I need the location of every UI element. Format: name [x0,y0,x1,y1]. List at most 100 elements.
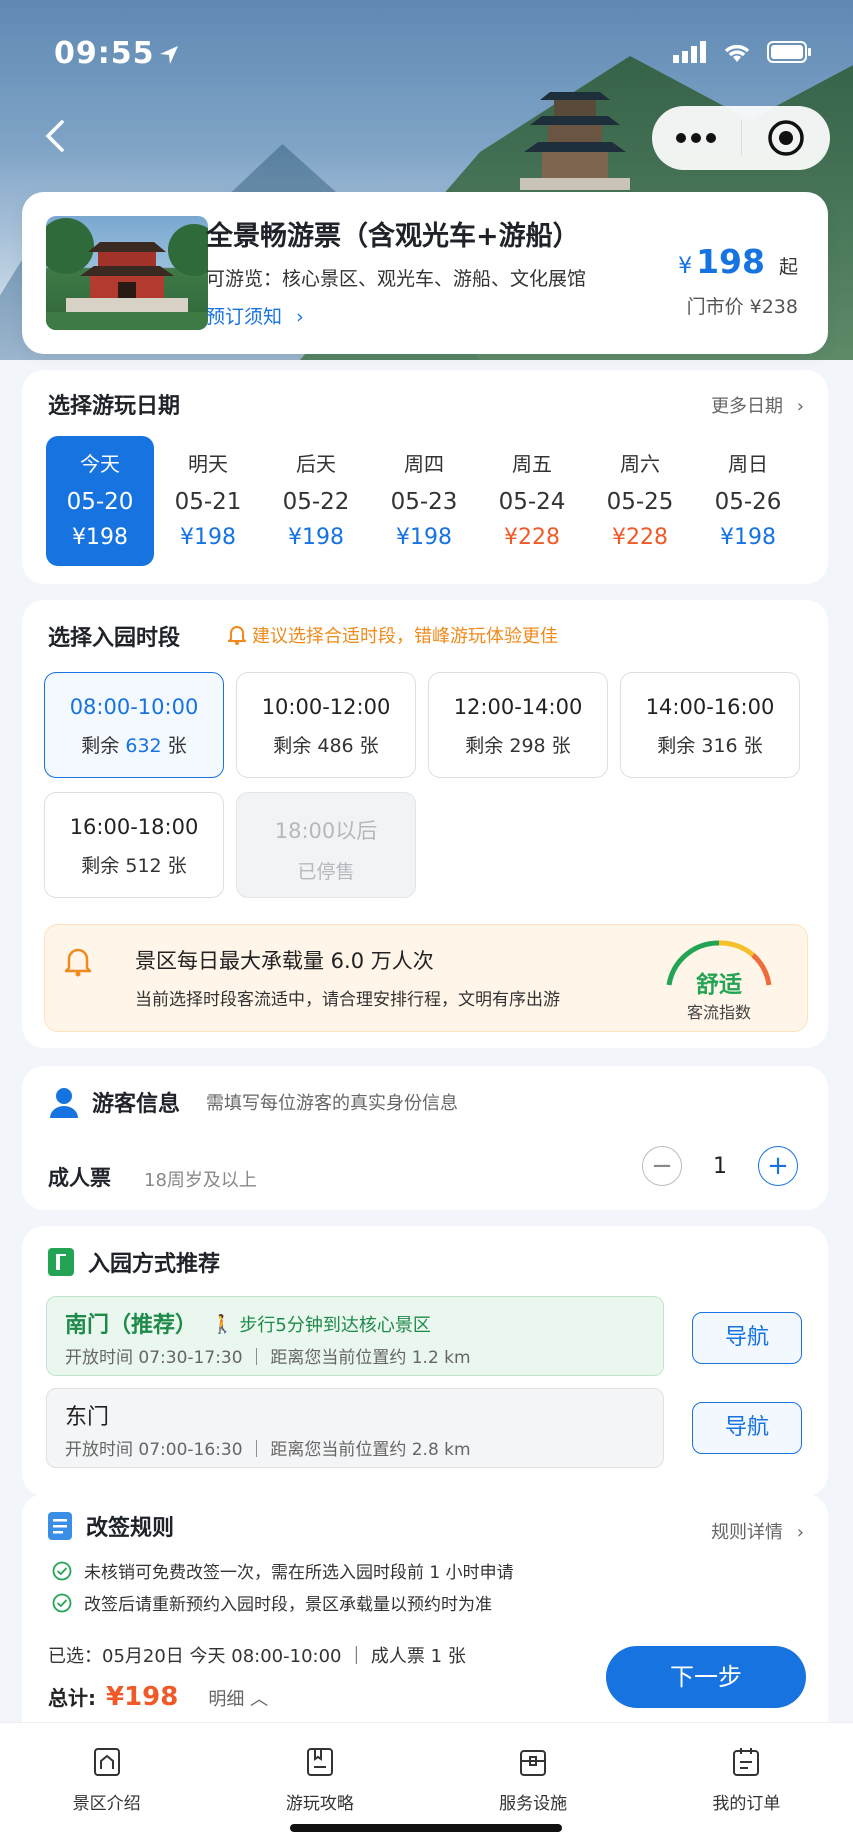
product-price: ¥ 198 起 [678,242,798,281]
time-tip-text: 建议选择合适时段，错峰游玩体验更佳 [252,626,558,647]
visitor-info-card: 游客信息 需填写每位游客的真实身份信息 成人票 18周岁及以上 − 1 + [22,1066,828,1210]
time-slot[interactable]: 10:00-12:00 剩余 486 张 [236,672,416,778]
product-title: 全景畅游票（含观光车+游船） [206,221,580,252]
slot-remaining: 剩余 632 张 [45,731,223,758]
slot-remaining-suffix: 张 [359,735,379,757]
date-price: ¥198 [180,525,236,550]
slot-time: 12:00-14:00 [453,695,583,719]
walking-icon: 🚶 [211,1313,234,1335]
date-option[interactable]: 后天 05-22 ¥198 [262,436,370,566]
chevron-right-icon: › [796,1522,804,1543]
more-menu-button[interactable] [652,106,741,170]
location-arrow-icon [160,46,178,64]
price-symbol: ¥ [678,254,693,279]
close-miniprogram-button[interactable] [742,106,831,170]
price-suffix: 起 [778,256,798,278]
tab-my-orders[interactable]: 我的订单 [640,1723,853,1844]
price-detail-toggle[interactable]: 明细 ︿ [208,1685,268,1711]
date-option[interactable]: 周日 05-26 ¥198 [694,436,802,566]
document-icon [48,1512,72,1540]
more-dates-label: 更多日期 [711,396,784,417]
time-slot[interactable]: 16:00-18:00 剩余 512 张 [44,792,224,898]
product-card: 全景畅游票（含观光车+游船） 可游览：核心景区、观光车、游船、文化展馆 预订须知… [22,192,828,354]
date-day-label: 今天 [80,452,120,476]
status-time: 09:55 [54,36,155,71]
date-option[interactable]: 周五 05-24 ¥228 [478,436,586,566]
slot-remaining-prefix: 剩余 [657,735,696,757]
slot-count: 316 [701,735,738,757]
check-circle-icon [52,1593,72,1612]
time-slot[interactable]: 14:00-16:00 剩余 316 张 [620,672,800,778]
time-tip: 建议选择合适时段，错峰游玩体验更佳 [228,622,558,648]
status-bar: 09:55 [54,30,813,80]
total-label: 总计: [48,1686,96,1710]
tab-label: 我的订单 [712,1794,781,1814]
time-slot-card: 选择入园时段 建议选择合适时段，错峰游玩体验更佳 08:00-10:00 剩余 … [22,600,828,1048]
total-price: ¥198 [106,1682,179,1712]
crowd-level: 舒适 [696,972,742,998]
date-day-label: 明天 [188,452,228,476]
increase-button[interactable]: + [758,1146,798,1186]
date-option[interactable]: 周四 05-23 ¥198 [370,436,478,566]
crowd-index-label: 客流指数 [686,1003,751,1022]
rules-detail-link[interactable]: 规则详情 › [711,1518,804,1544]
quantity-value: 1 [713,1153,727,1179]
user-icon [50,1088,78,1118]
time-slot-grid: 08:00-10:00 剩余 632 张 10:00-12:00 剩余 486 … [44,672,808,898]
date-price: ¥198 [72,525,128,550]
date-option[interactable]: 周六 05-25 ¥228 [586,436,694,566]
chevron-right-icon: › [796,396,804,417]
gate-name: 东门 [65,1405,110,1430]
decrease-button[interactable]: − [642,1146,682,1186]
rule-text: 未核销可免费改签一次，需在所选入园时段前 1 小时申请 [84,1563,514,1583]
entrance-card: 入园方式推荐 南门（推荐） 🚶 步行5分钟到达核心景区 开放时间 07:30-1… [22,1226,828,1496]
selected-summary: 已选：05月20日 今天 08:00-10:00 ｜ 成人票 1 张 [48,1646,466,1667]
tab-scenic-intro[interactable]: 景区介绍 [0,1723,213,1844]
more-dots-icon [676,133,717,143]
slot-time: 18:00以后 [274,819,378,843]
slot-remaining: 剩余 316 张 [621,731,799,758]
date-option[interactable]: 明天 05-21 ¥198 [154,436,262,566]
slot-count: 632 [125,735,162,757]
slot-remaining: 剩余 486 张 [237,731,415,758]
slot-time: 16:00-18:00 [69,815,199,839]
next-step-button[interactable]: 下一步 [606,1646,806,1708]
date-price: ¥228 [504,525,560,550]
chevron-right-icon: › [296,306,304,328]
signal-icon [673,41,706,63]
south-gate-option[interactable]: 南门（推荐） 🚶 步行5分钟到达核心景区 开放时间 07:30-17:30 ｜ … [46,1296,664,1376]
date-value: 05-24 [498,489,566,515]
slot-remaining-prefix: 剩余 [273,735,312,757]
gate-info: 开放时间 07:30-17:30 ｜ 距离您当前位置约 1.2 km [65,1348,471,1368]
slot-status: 已停售 [297,861,355,883]
booking-notice-label: 预订须知 [206,306,283,328]
back-icon[interactable] [40,116,70,156]
product-thumbnail [46,216,208,330]
wifi-icon [724,44,750,62]
time-slot[interactable]: 08:00-10:00 剩余 632 张 [44,672,224,778]
date-list: 今天 05-20 ¥198 明天 05-21 ¥198 后天 05-22 ¥19… [46,436,812,566]
temple-image [46,218,208,330]
bell-icon [65,948,91,977]
crowd-gauge: 舒适 客流指数 [661,939,777,1022]
date-day-label: 周五 [512,452,552,476]
time-section-title: 选择入园时段 [48,626,181,651]
rule-item: 改签后请重新预约入园时段，景区承载量以预约时为准 [52,1590,492,1615]
slot-time: 10:00-12:00 [261,695,391,719]
date-day-label: 周日 [728,452,768,476]
slot-remaining-suffix: 张 [743,735,763,757]
booking-notice-link[interactable]: 预订须知 › [206,302,304,329]
east-gate-nav-button[interactable]: 导航 [692,1402,802,1454]
date-price: ¥198 [720,525,776,550]
time-slot[interactable]: 12:00-14:00 剩余 298 张 [428,672,608,778]
slot-time: 08:00-10:00 [69,695,199,719]
east-gate-option[interactable]: 东门 开放时间 07:00-16:30 ｜ 距离您当前位置约 2.8 km [46,1388,664,1468]
guide-book-icon [306,1748,333,1776]
date-option-today[interactable]: 今天 05-20 ¥198 [46,436,154,566]
check-circle-icon [52,1561,72,1580]
scenic-intro-icon [93,1748,120,1776]
more-dates-link[interactable]: 更多日期 › [711,392,804,418]
south-gate-nav-button[interactable]: 导航 [692,1312,802,1364]
capacity-desc: 当前选择时段客流适中，请合理安排行程，文明有序出游 [135,990,560,1010]
tab-label: 游玩攻略 [285,1794,354,1814]
